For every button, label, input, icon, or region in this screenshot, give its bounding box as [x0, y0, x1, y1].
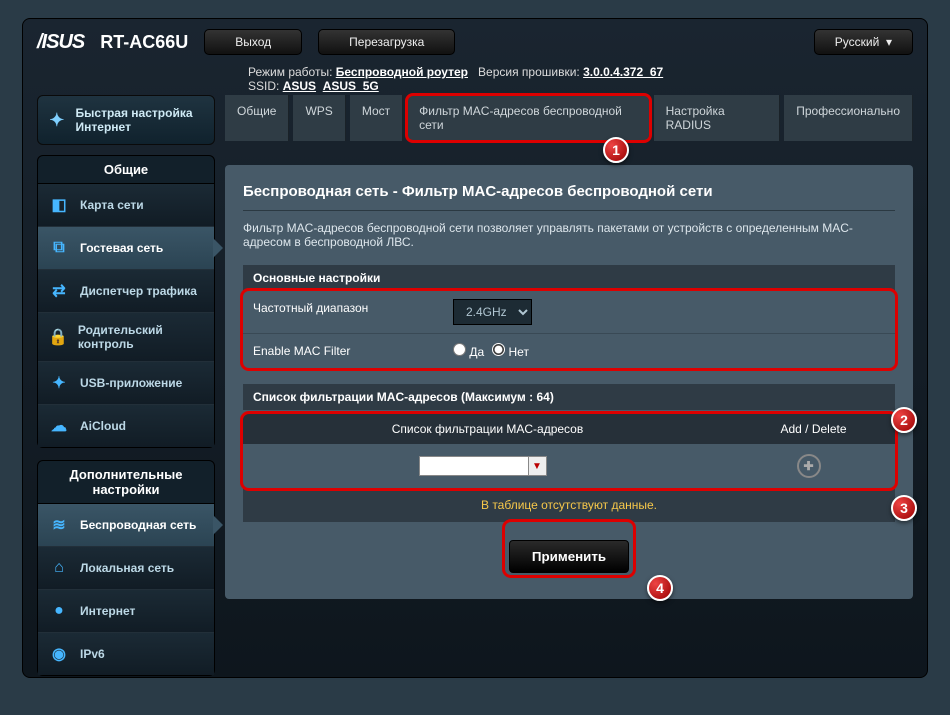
sidebar-item-usb-приложение[interactable]: ✦USB-приложение: [38, 361, 214, 404]
menu-icon: ⌂: [48, 557, 70, 579]
menu-icon: ✦: [48, 372, 70, 394]
asus-logo: /ISUS: [37, 31, 84, 54]
ssid-24-link[interactable]: ASUS: [283, 79, 316, 93]
info-bar: Режим работы: Беспроводной роутер Версия…: [248, 59, 927, 95]
language-select[interactable]: Русский ▾: [814, 29, 913, 55]
logout-button[interactable]: Выход: [204, 29, 302, 55]
menu-icon: 🔒: [48, 326, 68, 348]
page-desc: Фильтр MAC-адресов беспроводной сети поз…: [243, 221, 895, 249]
sidebar-item-ipv6[interactable]: ◉IPv6: [38, 632, 214, 675]
firmware-link[interactable]: 3.0.0.4.372_67: [583, 65, 663, 79]
menu-icon: ◉: [48, 643, 70, 665]
sidebar-item-родительский-контроль[interactable]: 🔒Родительский контроль: [38, 312, 214, 361]
qis-button[interactable]: ✦ Быстрая настройка Интернет: [37, 95, 215, 145]
add-button[interactable]: ✚: [797, 454, 821, 478]
ssid-5g-link[interactable]: ASUS_5G: [323, 79, 379, 93]
model-name: RT-AC66U: [100, 32, 188, 53]
menu-icon: ≋: [48, 514, 70, 536]
callout-1: 1: [603, 137, 629, 163]
op-mode-link[interactable]: Беспроводной роутер: [336, 65, 468, 79]
menu-icon: ☁: [48, 415, 70, 437]
tab-5[interactable]: Профессионально: [784, 95, 913, 141]
enable-label: Enable MAC Filter: [243, 334, 443, 368]
tab-1[interactable]: WPS: [293, 95, 345, 141]
menu-icon: ⧉: [48, 237, 70, 259]
mac-dropdown-icon[interactable]: ▼: [529, 456, 547, 476]
apply-button[interactable]: Применить: [509, 540, 629, 573]
sidebar-item-aicloud[interactable]: ☁AiCloud: [38, 404, 214, 447]
menu-icon: ◧: [48, 194, 70, 216]
sidebar-item-гостевая-сеть[interactable]: ⧉Гостевая сеть: [38, 226, 214, 269]
sidebar-item-интернет[interactable]: ●Интернет: [38, 589, 214, 632]
tab-0[interactable]: Общие: [225, 95, 289, 141]
col-add: Add / Delete: [732, 414, 895, 444]
empty-msg: В таблице отсутствуют данные.: [243, 488, 895, 522]
tab-4[interactable]: Настройка RADIUS: [654, 95, 781, 141]
menu-icon: ⇄: [48, 280, 70, 302]
menu-head-general: Общие: [37, 155, 215, 184]
sidebar-item-диспетчер-трафика[interactable]: ⇄Диспетчер трафика: [38, 269, 214, 312]
freq-select[interactable]: 2.4GHz: [453, 299, 532, 325]
wand-icon: ✦: [48, 108, 66, 132]
radio-no[interactable]: Нет: [492, 343, 529, 359]
qis-label: Быстрая настройка Интернет: [76, 106, 204, 134]
callout-3: 3: [891, 495, 917, 521]
list-head: Список фильтрации MAC-адресов (Максимум …: [243, 384, 895, 410]
menu-head-advanced: Дополнительные настройки: [37, 460, 215, 504]
callout-4: 4: [647, 575, 673, 601]
col-list: Список фильтрации MAC-адресов: [243, 414, 732, 444]
page-title: Беспроводная сеть - Фильтр MAC-адресов б…: [243, 183, 895, 200]
radio-yes[interactable]: Да: [453, 343, 484, 359]
sidebar-item-карта-сети[interactable]: ◧Карта сети: [38, 184, 214, 226]
tab-2[interactable]: Мост: [350, 95, 403, 141]
main-panel: Беспроводная сеть - Фильтр MAC-адресов б…: [225, 165, 913, 599]
tab-3[interactable]: Фильтр MAC-адресов беспроводной сети: [407, 95, 649, 141]
sidebar-item-локальная-сеть[interactable]: ⌂Локальная сеть: [38, 546, 214, 589]
mac-input[interactable]: [419, 456, 529, 476]
callout-2: 2: [891, 407, 917, 433]
menu-icon: ●: [48, 600, 70, 622]
sidebar-item-беспроводная-сеть[interactable]: ≋Беспроводная сеть: [38, 504, 214, 546]
freq-label: Частотный диапазон: [243, 291, 443, 333]
reboot-button[interactable]: Перезагрузка: [318, 29, 455, 55]
basic-head: Основные настройки: [243, 265, 895, 291]
